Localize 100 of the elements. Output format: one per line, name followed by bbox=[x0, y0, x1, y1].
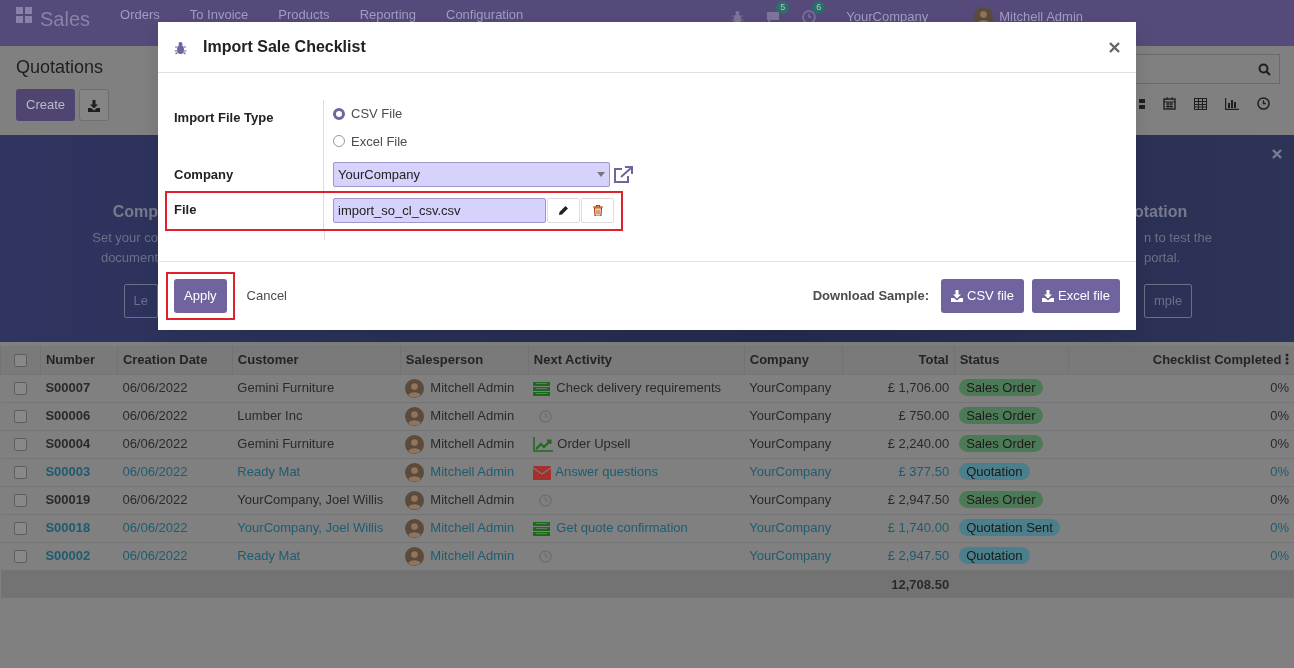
radio-option[interactable]: Excel File bbox=[333, 131, 408, 151]
cancel-link[interactable]: Cancel bbox=[242, 286, 287, 306]
activity-view-icon[interactable] bbox=[1257, 97, 1270, 110]
table-cell: 06/06/2022 bbox=[117, 514, 233, 542]
table-cell: 06/06/2022 bbox=[117, 486, 233, 514]
download-button[interactable] bbox=[79, 89, 110, 121]
envelope-icon bbox=[533, 465, 552, 480]
table-cell: Mitchell Admin bbox=[430, 435, 515, 451]
table-cell: Get quote confirmation bbox=[556, 520, 688, 536]
status-badge: Quotation Sent bbox=[959, 519, 1060, 537]
table-cell: Gemini Furniture bbox=[232, 430, 401, 458]
company-select[interactable]: YourCompany bbox=[333, 162, 610, 188]
table-cell: S00004 bbox=[40, 430, 118, 458]
status-badge: Sales Order bbox=[959, 491, 1043, 509]
banner-text: portal. bbox=[1144, 249, 1181, 267]
table-cell: £ 2,240.00 bbox=[842, 430, 955, 458]
column-header[interactable]: Customer bbox=[237, 352, 299, 367]
column-header[interactable]: Total bbox=[918, 352, 949, 367]
activity-icon[interactable] bbox=[802, 10, 817, 25]
row-checkbox[interactable] bbox=[13, 410, 27, 424]
radio-option[interactable]: CSV File bbox=[333, 104, 408, 124]
banner-text: n to test the bbox=[1144, 229, 1212, 247]
trash-icon bbox=[592, 204, 603, 216]
banner-text: document bbox=[100, 249, 158, 267]
row-checkbox[interactable] bbox=[13, 382, 27, 396]
table-cell: Mitchell Admin bbox=[430, 407, 515, 423]
table-cell: Mitchell Admin bbox=[430, 519, 515, 535]
bar-chart-icon[interactable] bbox=[1225, 97, 1239, 110]
menu-item[interactable]: To Invoice bbox=[189, 4, 249, 22]
close-icon bbox=[1109, 42, 1120, 54]
column-options-icon[interactable] bbox=[1285, 353, 1289, 365]
apply-button[interactable]: Apply bbox=[174, 279, 227, 313]
field-label: File bbox=[174, 201, 197, 217]
edit-button[interactable] bbox=[547, 197, 580, 223]
table-cell: YourCompany bbox=[744, 486, 843, 514]
table-cell: 0% bbox=[1068, 514, 1294, 542]
table-cell: YourCompany bbox=[744, 374, 843, 402]
table-cell: £ 1,740.00 bbox=[842, 514, 955, 542]
menu-item[interactable]: Orders bbox=[120, 4, 160, 22]
status-badge: Sales Order bbox=[959, 407, 1043, 425]
file-field[interactable]: import_so_cl_csv.csv bbox=[333, 197, 546, 223]
table-cell: £ 377.50 bbox=[842, 458, 955, 486]
avatar-icon bbox=[405, 379, 425, 399]
pencil-icon bbox=[558, 204, 569, 216]
column-header[interactable]: Status bbox=[959, 352, 1000, 367]
task-list-icon bbox=[533, 521, 551, 536]
company-switcher[interactable]: YourCompany bbox=[846, 9, 929, 24]
sample-download-button[interactable]: CSV file bbox=[941, 279, 1024, 313]
menu-item[interactable]: Reporting bbox=[359, 4, 416, 22]
close-icon bbox=[1272, 148, 1282, 159]
row-checkbox[interactable] bbox=[13, 438, 27, 452]
table-cell: 0% bbox=[1068, 458, 1294, 486]
table-cell: 06/06/2022 bbox=[117, 374, 233, 402]
avatar-icon bbox=[405, 547, 425, 567]
app-title[interactable]: Sales bbox=[40, 4, 91, 34]
avatar-icon bbox=[405, 407, 425, 427]
sample-download-button[interactable]: Excel file bbox=[1031, 279, 1120, 313]
column-header[interactable]: Next Activity bbox=[533, 352, 613, 367]
user-menu[interactable]: Mitchell Admin bbox=[999, 9, 1083, 24]
table-cell: Order Upsell bbox=[557, 436, 631, 452]
message-count-badge: 5 bbox=[776, 0, 790, 14]
menu-item[interactable]: Configuration bbox=[446, 4, 524, 22]
external-link-icon[interactable] bbox=[613, 165, 633, 184]
table-icon[interactable] bbox=[1194, 97, 1207, 110]
avatar-icon bbox=[405, 491, 425, 511]
chat-icon[interactable] bbox=[766, 11, 781, 25]
row-checkbox[interactable] bbox=[13, 494, 27, 508]
search-icon[interactable] bbox=[1258, 62, 1271, 76]
banner-button[interactable]: mple bbox=[1144, 284, 1193, 318]
row-checkbox[interactable] bbox=[13, 466, 27, 480]
calendar-icon[interactable] bbox=[1163, 97, 1176, 110]
table-cell: Lumber Inc bbox=[232, 402, 401, 430]
table-cell: Mitchell Admin bbox=[430, 463, 515, 479]
table-cell: YourCompany, Joel Willis bbox=[232, 514, 401, 542]
sample-label: Download Sample: bbox=[812, 287, 929, 306]
table-cell: 06/06/2022 bbox=[117, 458, 233, 486]
debug-icon bbox=[731, 9, 745, 24]
status-badge: Sales Order bbox=[959, 435, 1043, 453]
table-cell: Ready Mat bbox=[232, 458, 401, 486]
table-cell: £ 750.00 bbox=[842, 402, 955, 430]
table-cell: YourCompany bbox=[744, 430, 843, 458]
download-icon bbox=[951, 290, 963, 302]
kanban-icon[interactable] bbox=[1139, 97, 1145, 110]
avatar-icon bbox=[405, 435, 425, 455]
avatar-icon bbox=[405, 463, 425, 483]
status-badge: Quotation bbox=[959, 547, 1030, 565]
create-button[interactable]: Create bbox=[16, 89, 76, 121]
trend-chart-icon bbox=[533, 437, 554, 453]
delete-button[interactable] bbox=[581, 197, 614, 223]
table-cell: £ 2,947.50 bbox=[842, 486, 955, 514]
table-cell: YourCompany, Joel Willis bbox=[232, 486, 401, 514]
banner-title: Comp bbox=[112, 202, 158, 222]
row-checkbox[interactable] bbox=[13, 522, 27, 536]
row-checkbox[interactable] bbox=[13, 550, 27, 564]
table-cell: 0% bbox=[1068, 486, 1294, 514]
menu-item[interactable]: Products bbox=[278, 4, 330, 22]
table-cell: 06/06/2022 bbox=[117, 430, 233, 458]
select-all-checkbox[interactable] bbox=[13, 354, 27, 368]
table-cell: £ 1,706.00 bbox=[842, 374, 955, 402]
apps-icon[interactable] bbox=[16, 6, 32, 23]
